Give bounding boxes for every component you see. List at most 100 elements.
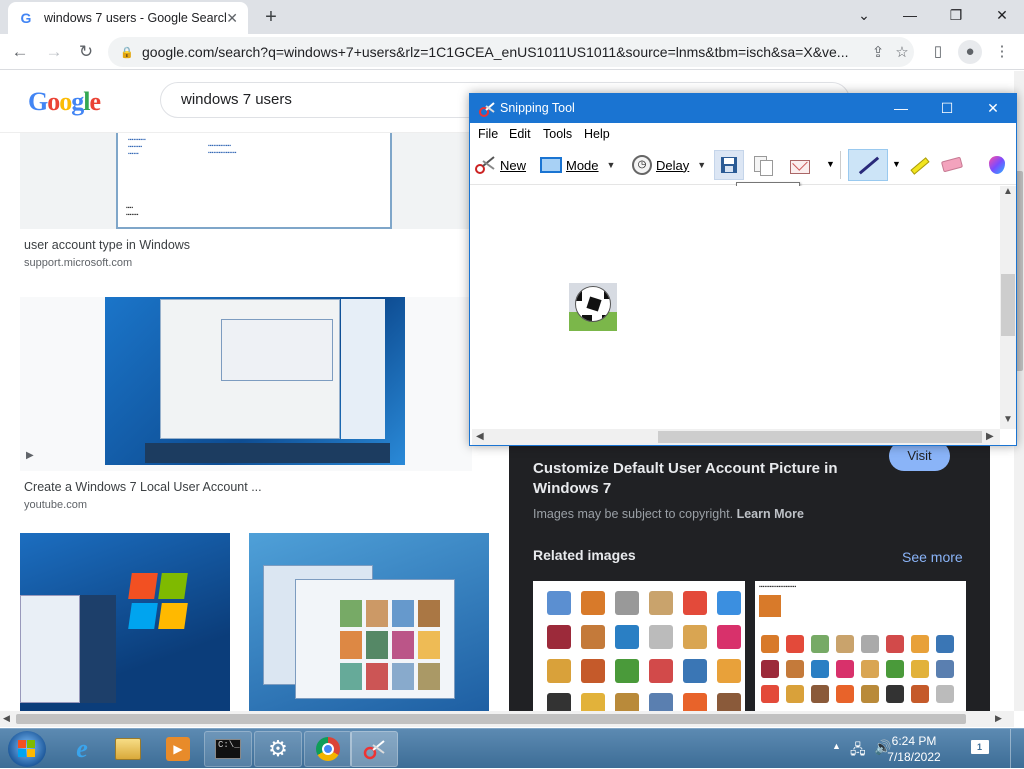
- soccer-ball-snip-image: [569, 283, 617, 331]
- related-image[interactable]: [533, 581, 745, 711]
- show-hidden-icons-icon[interactable]: ▲: [832, 741, 841, 751]
- new-label: New: [500, 157, 527, 173]
- command-prompt-icon[interactable]: C:\_: [204, 731, 252, 767]
- scroll-down-arrow-icon[interactable]: ▼: [1003, 414, 1013, 425]
- result-source[interactable]: youtube.com: [24, 499, 87, 511]
- menu-edit[interactable]: Edit: [509, 127, 531, 141]
- chevron-down-icon[interactable]: ▼: [697, 160, 706, 170]
- toolbar-separator: [840, 151, 841, 179]
- paint3d-icon[interactable]: [986, 154, 1008, 176]
- scissors-icon: [363, 740, 385, 760]
- snip-horizontal-scroll-thumb[interactable]: [658, 431, 982, 443]
- play-icon: ▶: [26, 450, 34, 461]
- snip-maximize-button[interactable]: ☐: [924, 94, 970, 123]
- clock-icon: ◷: [632, 155, 652, 175]
- new-snip-button[interactable]: New: [474, 150, 526, 180]
- snipping-tool-toolbar: New Mode ▼ ◷ Delay ▼ ▼ ▼: [470, 145, 1016, 185]
- url-text: google.com/search?q=windows+7+users&rlz=…: [142, 44, 849, 60]
- copyright-text: Images may be subject to copyright.: [533, 507, 734, 521]
- page-horizontal-scrollbar[interactable]: ◀ ▶: [0, 711, 1014, 727]
- pen-tool-button[interactable]: [848, 149, 888, 181]
- delay-label: Delay: [656, 157, 690, 173]
- result-caption[interactable]: Create a Windows 7 Local User Account ..…: [24, 480, 262, 494]
- browser-toolbar: ← → ↻ 🔒 google.com/search?q=windows+7+us…: [0, 34, 1024, 70]
- scroll-left-arrow-icon[interactable]: ◀: [476, 431, 484, 442]
- menu-kebab-icon[interactable]: ⋮: [990, 40, 1014, 64]
- snip-canvas[interactable]: [472, 186, 1000, 429]
- result-thumbnail[interactable]: [249, 533, 489, 711]
- share-icon[interactable]: ⇪: [866, 43, 890, 61]
- snip-vertical-scroll-thumb[interactable]: [1001, 274, 1015, 336]
- tab-close-icon[interactable]: ✕: [226, 10, 238, 27]
- forward-button[interactable]: →: [40, 38, 68, 66]
- tab-title: windows 7 users - Google Search: [44, 11, 227, 25]
- profile-avatar-icon[interactable]: ●: [958, 40, 982, 64]
- scroll-up-arrow-icon[interactable]: ▲: [1003, 186, 1013, 197]
- related-image[interactable]: ▪▪▪▪▪▪▪▪▪▪▪▪▪▪▪▪▪▪▪▪▪: [755, 581, 966, 711]
- see-more-link[interactable]: See more: [902, 549, 963, 565]
- browser-tab-strip: G windows 7 users - Google Search ✕ + ⌄ …: [0, 0, 1024, 34]
- file-explorer-icon[interactable]: [106, 731, 150, 767]
- clock-date: 7/18/2022: [887, 750, 941, 764]
- page-horizontal-scroll-thumb[interactable]: [16, 714, 966, 724]
- address-bar[interactable]: 🔒 google.com/search?q=windows+7+users&rl…: [108, 37, 914, 67]
- snip-vertical-scrollbar[interactable]: ▲ ▼: [1000, 186, 1016, 429]
- chevron-down-icon[interactable]: ▼: [892, 159, 901, 169]
- snipping-tool-menubar: File Edit Tools Help: [470, 123, 1016, 145]
- snipping-tool-taskbar-icon[interactable]: [350, 731, 398, 767]
- internet-explorer-icon[interactable]: e: [62, 731, 102, 767]
- snipping-tool-title: Snipping Tool: [500, 101, 575, 115]
- send-snip-icon[interactable]: [790, 155, 814, 176]
- side-panel-icon[interactable]: ▯: [926, 40, 950, 64]
- menu-file[interactable]: File: [478, 127, 498, 141]
- result-thumbnail[interactable]: ▶: [20, 297, 472, 471]
- chevron-down-icon[interactable]: ⌄: [841, 0, 887, 30]
- notification-icon[interactable]: 1: [968, 737, 992, 761]
- browser-tab[interactable]: G windows 7 users - Google Search ✕: [8, 2, 248, 34]
- start-button[interactable]: [8, 731, 46, 767]
- copy-icon[interactable]: [752, 154, 776, 178]
- snip-horizontal-scrollbar[interactable]: ◀ ▶: [472, 429, 1000, 445]
- network-icon[interactable]: 🖧: [850, 739, 866, 763]
- settings-gear-icon[interactable]: ⚙: [254, 731, 302, 767]
- scroll-right-arrow-icon[interactable]: ▶: [986, 431, 994, 442]
- scissors-icon: [475, 156, 495, 174]
- pen-icon: [858, 156, 880, 175]
- show-desktop-button[interactable]: [1010, 729, 1024, 769]
- media-player-icon[interactable]: ▶: [156, 731, 200, 767]
- scroll-right-arrow-icon[interactable]: ▶: [995, 713, 1002, 724]
- back-button[interactable]: ←: [6, 38, 34, 66]
- menu-tools[interactable]: Tools: [543, 127, 572, 141]
- result-thumbnail[interactable]: ▪▪▪▪▪▪▪▪▪▪ ▪▪▪▪▪▪▪▪ ▪▪▪▪▪▪ ▪▪▪▪▪▪▪▪▪▪▪▪▪ ▪▪…: [20, 133, 472, 229]
- close-window-button[interactable]: ✕: [979, 0, 1024, 30]
- result-caption[interactable]: user account type in Windows: [24, 238, 190, 252]
- menu-help[interactable]: Help: [584, 127, 610, 141]
- mode-button[interactable]: Mode ▼: [540, 150, 615, 180]
- chevron-down-icon[interactable]: ▼: [826, 159, 835, 169]
- snipping-tool-titlebar[interactable]: Snipping Tool — ☐ ✕: [470, 94, 1016, 123]
- new-tab-button[interactable]: +: [258, 4, 284, 30]
- windows-taskbar: e ▶ C:\_ ⚙ ▲ 🖧 🔊 6:24 PM 7/18/2022 1: [0, 728, 1024, 769]
- save-snip-button[interactable]: [714, 150, 744, 180]
- chrome-icon[interactable]: [304, 731, 352, 767]
- google-doodle-logo[interactable]: Google: [28, 87, 101, 117]
- result-source[interactable]: support.microsoft.com: [24, 257, 132, 269]
- chevron-down-icon[interactable]: ▼: [607, 160, 616, 170]
- minimize-button[interactable]: —: [887, 0, 933, 30]
- delay-button[interactable]: ◷ Delay ▼: [632, 150, 706, 180]
- snip-close-button[interactable]: ✕: [970, 94, 1016, 123]
- taskbar-clock[interactable]: 6:24 PM 7/18/2022: [872, 733, 956, 765]
- eraser-icon[interactable]: [940, 156, 964, 173]
- reload-button[interactable]: ↻: [72, 38, 100, 66]
- bookmark-star-icon[interactable]: ☆: [890, 43, 914, 61]
- panel-title[interactable]: Customize Default User Account Picture i…: [533, 459, 853, 499]
- related-images-heading: Related images: [533, 547, 636, 563]
- floppy-disk-icon: [721, 157, 737, 173]
- result-thumbnail[interactable]: [20, 533, 230, 711]
- learn-more-link[interactable]: Learn More: [737, 507, 804, 521]
- scroll-left-arrow-icon[interactable]: ◀: [3, 713, 10, 724]
- snip-minimize-button[interactable]: —: [878, 94, 924, 123]
- highlighter-icon[interactable]: [906, 153, 930, 177]
- restore-button[interactable]: ❐: [933, 0, 979, 30]
- copyright-notice: Images may be subject to copyright. Lear…: [533, 507, 804, 521]
